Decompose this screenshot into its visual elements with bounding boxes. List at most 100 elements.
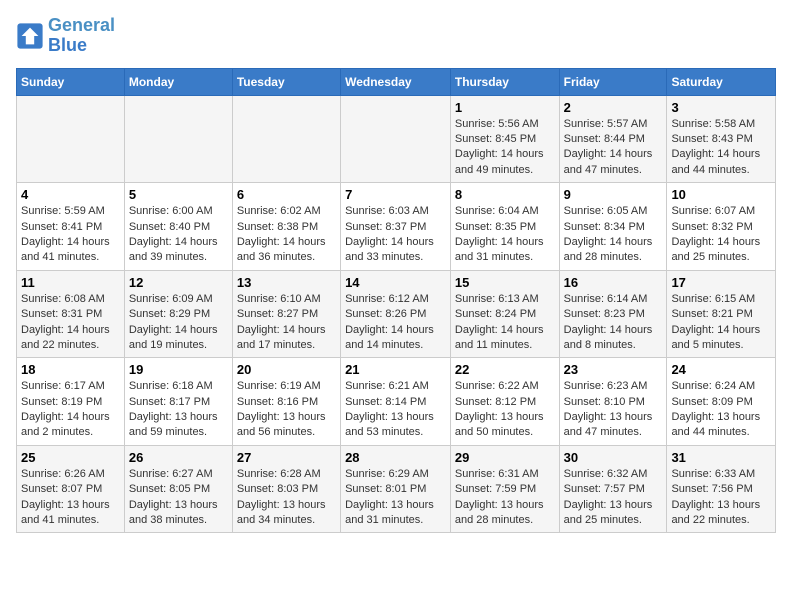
day-number: 30 xyxy=(564,450,663,465)
calendar-cell: 28 Sunrise: 6:29 AM Sunset: 8:01 PM Dayli… xyxy=(341,445,451,533)
calendar-cell xyxy=(124,95,232,183)
calendar-cell: 30 Sunrise: 6:32 AM Sunset: 7:57 PM Dayli… xyxy=(559,445,667,533)
day-number: 28 xyxy=(345,450,446,465)
day-number: 24 xyxy=(671,362,771,377)
day-info: Sunrise: 6:19 AM Sunset: 8:16 PM Dayligh… xyxy=(237,379,336,441)
day-number: 17 xyxy=(671,275,771,290)
weekday-header: Wednesday xyxy=(341,68,451,95)
weekday-header: Monday xyxy=(124,68,232,95)
day-number: 18 xyxy=(21,362,120,377)
calendar-cell: 8Sunrise: 6:04 AM Sunset: 8:35 PM Daylig… xyxy=(450,183,559,271)
day-number: 25 xyxy=(21,450,120,465)
day-info: Sunrise: 6:05 AM Sunset: 8:34 PM Dayligh… xyxy=(564,204,663,266)
calendar-cell: 17 Sunrise: 6:15 AM Sunset: 8:21 PM Dayli… xyxy=(667,270,776,358)
day-number: 21 xyxy=(345,362,446,377)
page-header: General Blue xyxy=(16,16,776,56)
day-info: Sunrise: 6:33 AM Sunset: 7:56 PM Dayligh… xyxy=(671,467,771,529)
calendar-cell: 23Sunrise: 6:23 AM Sunset: 8:10 PM Dayli… xyxy=(559,358,667,446)
day-info: Sunrise: 5:59 AM Sunset: 8:41 PM Dayligh… xyxy=(21,204,120,266)
day-number: 11 xyxy=(21,275,120,290)
day-number: 31 xyxy=(671,450,771,465)
calendar-cell: 7Sunrise: 6:03 AM Sunset: 8:37 PM Daylig… xyxy=(341,183,451,271)
calendar-body: 1 Sunrise: 5:56 AM Sunset: 8:45 PM Daylig… xyxy=(17,95,776,533)
calendar-cell: 16 Sunrise: 6:14 AM Sunset: 8:23 PM Dayli… xyxy=(559,270,667,358)
day-info: Sunrise: 6:21 AM Sunset: 8:14 PM Dayligh… xyxy=(345,379,446,441)
weekday-header: Friday xyxy=(559,68,667,95)
calendar-cell: 27Sunrise: 6:28 AM Sunset: 8:03 PM Dayli… xyxy=(232,445,340,533)
day-info: Sunrise: 6:15 AM Sunset: 8:21 PM Dayligh… xyxy=(671,292,771,354)
day-info: Sunrise: 6:13 AM Sunset: 8:24 PM Dayligh… xyxy=(455,292,555,354)
day-number: 13 xyxy=(237,275,336,290)
calendar-table: SundayMondayTuesdayWednesdayThursdayFrid… xyxy=(16,68,776,534)
day-info: Sunrise: 5:58 AM Sunset: 8:43 PM Dayligh… xyxy=(671,117,771,179)
day-number: 12 xyxy=(129,275,228,290)
day-info: Sunrise: 6:10 AM Sunset: 8:27 PM Dayligh… xyxy=(237,292,336,354)
day-number: 26 xyxy=(129,450,228,465)
day-number: 10 xyxy=(671,187,771,202)
calendar-cell: 4 Sunrise: 5:59 AM Sunset: 8:41 PM Daylig… xyxy=(17,183,125,271)
logo-icon xyxy=(16,22,44,50)
day-info: Sunrise: 6:00 AM Sunset: 8:40 PM Dayligh… xyxy=(129,204,228,266)
calendar-cell: 11 Sunrise: 6:08 AM Sunset: 8:31 PM Dayli… xyxy=(17,270,125,358)
day-number: 4 xyxy=(21,187,120,202)
day-info: Sunrise: 6:17 AM Sunset: 8:19 PM Dayligh… xyxy=(21,379,120,441)
day-info: Sunrise: 6:12 AM Sunset: 8:26 PM Dayligh… xyxy=(345,292,446,354)
day-number: 15 xyxy=(455,275,555,290)
calendar-week-row: 4 Sunrise: 5:59 AM Sunset: 8:41 PM Daylig… xyxy=(17,183,776,271)
day-number: 14 xyxy=(345,275,446,290)
day-info: Sunrise: 6:04 AM Sunset: 8:35 PM Dayligh… xyxy=(455,204,555,266)
calendar-cell: 29 Sunrise: 6:31 AM Sunset: 7:59 PM Dayli… xyxy=(450,445,559,533)
calendar-cell: 15 Sunrise: 6:13 AM Sunset: 8:24 PM Dayli… xyxy=(450,270,559,358)
day-number: 1 xyxy=(455,100,555,115)
calendar-week-row: 11 Sunrise: 6:08 AM Sunset: 8:31 PM Dayli… xyxy=(17,270,776,358)
calendar-cell: 18 Sunrise: 6:17 AM Sunset: 8:19 PM Dayli… xyxy=(17,358,125,446)
day-info: Sunrise: 6:24 AM Sunset: 8:09 PM Dayligh… xyxy=(671,379,771,441)
day-info: Sunrise: 6:14 AM Sunset: 8:23 PM Dayligh… xyxy=(564,292,663,354)
calendar-week-row: 1 Sunrise: 5:56 AM Sunset: 8:45 PM Daylig… xyxy=(17,95,776,183)
calendar-cell: 14 Sunrise: 6:12 AM Sunset: 8:26 PM Dayli… xyxy=(341,270,451,358)
calendar-cell: 9 Sunrise: 6:05 AM Sunset: 8:34 PM Daylig… xyxy=(559,183,667,271)
day-number: 29 xyxy=(455,450,555,465)
day-info: Sunrise: 6:29 AM Sunset: 8:01 PM Dayligh… xyxy=(345,467,446,529)
calendar-cell xyxy=(232,95,340,183)
day-info: Sunrise: 6:23 AM Sunset: 8:10 PM Dayligh… xyxy=(564,379,663,441)
calendar-cell: 2Sunrise: 5:57 AM Sunset: 8:44 PM Daylig… xyxy=(559,95,667,183)
calendar-header: SundayMondayTuesdayWednesdayThursdayFrid… xyxy=(17,68,776,95)
calendar-cell: 5 Sunrise: 6:00 AM Sunset: 8:40 PM Daylig… xyxy=(124,183,232,271)
day-number: 16 xyxy=(564,275,663,290)
logo: General Blue xyxy=(16,16,115,56)
calendar-cell: 19Sunrise: 6:18 AM Sunset: 8:17 PM Dayli… xyxy=(124,358,232,446)
calendar-cell: 31 Sunrise: 6:33 AM Sunset: 7:56 PM Dayli… xyxy=(667,445,776,533)
calendar-cell: 1 Sunrise: 5:56 AM Sunset: 8:45 PM Daylig… xyxy=(450,95,559,183)
calendar-cell: 26 Sunrise: 6:27 AM Sunset: 8:05 PM Dayli… xyxy=(124,445,232,533)
calendar-cell: 24 Sunrise: 6:24 AM Sunset: 8:09 PM Dayli… xyxy=(667,358,776,446)
day-number: 22 xyxy=(455,362,555,377)
weekday-header: Thursday xyxy=(450,68,559,95)
calendar-cell: 25Sunrise: 6:26 AM Sunset: 8:07 PM Dayli… xyxy=(17,445,125,533)
calendar-cell xyxy=(341,95,451,183)
day-number: 5 xyxy=(129,187,228,202)
calendar-cell: 10 Sunrise: 6:07 AM Sunset: 8:32 PM Dayli… xyxy=(667,183,776,271)
calendar-cell: 21 Sunrise: 6:21 AM Sunset: 8:14 PM Dayli… xyxy=(341,358,451,446)
day-number: 2 xyxy=(564,100,663,115)
calendar-cell: 20Sunrise: 6:19 AM Sunset: 8:16 PM Dayli… xyxy=(232,358,340,446)
calendar-week-row: 18 Sunrise: 6:17 AM Sunset: 8:19 PM Dayli… xyxy=(17,358,776,446)
day-info: Sunrise: 6:32 AM Sunset: 7:57 PM Dayligh… xyxy=(564,467,663,529)
day-info: Sunrise: 6:28 AM Sunset: 8:03 PM Dayligh… xyxy=(237,467,336,529)
day-number: 6 xyxy=(237,187,336,202)
day-info: Sunrise: 6:08 AM Sunset: 8:31 PM Dayligh… xyxy=(21,292,120,354)
day-info: Sunrise: 6:09 AM Sunset: 8:29 PM Dayligh… xyxy=(129,292,228,354)
calendar-cell: 3Sunrise: 5:58 AM Sunset: 8:43 PM Daylig… xyxy=(667,95,776,183)
day-info: Sunrise: 6:07 AM Sunset: 8:32 PM Dayligh… xyxy=(671,204,771,266)
calendar-cell: 12 Sunrise: 6:09 AM Sunset: 8:29 PM Dayli… xyxy=(124,270,232,358)
weekday-header: Sunday xyxy=(17,68,125,95)
day-info: Sunrise: 5:56 AM Sunset: 8:45 PM Dayligh… xyxy=(455,117,555,179)
day-info: Sunrise: 6:18 AM Sunset: 8:17 PM Dayligh… xyxy=(129,379,228,441)
day-info: Sunrise: 6:27 AM Sunset: 8:05 PM Dayligh… xyxy=(129,467,228,529)
logo-text: General Blue xyxy=(48,16,115,56)
day-number: 7 xyxy=(345,187,446,202)
day-number: 9 xyxy=(564,187,663,202)
weekday-header: Tuesday xyxy=(232,68,340,95)
day-info: Sunrise: 6:31 AM Sunset: 7:59 PM Dayligh… xyxy=(455,467,555,529)
calendar-cell: 22Sunrise: 6:22 AM Sunset: 8:12 PM Dayli… xyxy=(450,358,559,446)
